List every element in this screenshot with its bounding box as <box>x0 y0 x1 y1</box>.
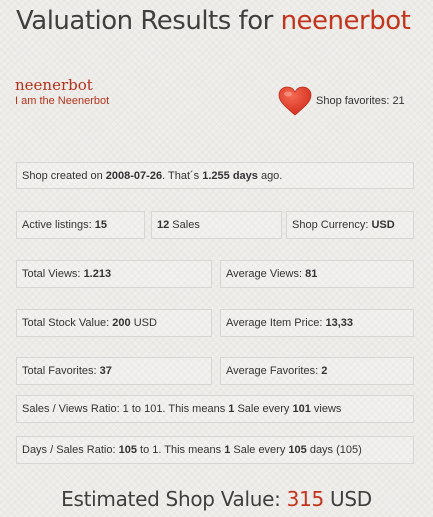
average-views-label: Average Views: <box>226 268 306 280</box>
total-views-box: Total Views: 1.213 <box>16 260 212 288</box>
days-sales-ratio: 105 <box>118 444 137 456</box>
shop-currency-label: Shop Currency: <box>292 219 372 231</box>
created-suffix: ago. <box>257 169 283 182</box>
active-listings-value: 15 <box>94 219 107 231</box>
total-stock-value-value: 200 <box>112 317 131 329</box>
average-favorites-value: 2 <box>321 365 328 377</box>
average-views-box: Average Views: 81 <box>220 260 414 288</box>
total-favorites-label: Total Favorites: <box>22 365 100 377</box>
shop-favorites: Shop favorites: 21 <box>316 95 405 107</box>
average-item-price-label: Average Item Price: <box>226 317 326 329</box>
shop-created-box: Shop created on 2008-07-26. That´s 1.255… <box>16 162 414 189</box>
shop-favorites-count: 21 <box>392 95 405 107</box>
sales-box: 12 Sales <box>151 211 282 239</box>
created-date: 2008-07-26 <box>105 169 163 182</box>
created-prefix: Shop created on <box>22 169 106 182</box>
total-views-label: Total Views: <box>22 268 84 280</box>
sales-label: Sales <box>169 219 200 231</box>
total-stock-value-label: Total Stock Value: <box>22 317 113 329</box>
shop-tagline: I am the Neenerbot <box>15 95 110 107</box>
average-item-price-value: 13,33 <box>325 317 353 329</box>
average-views-value: 81 <box>305 268 318 280</box>
active-listings-box: Active listings: 15 <box>16 211 145 239</box>
estimated-value: 315 <box>286 487 325 511</box>
days-sales-suffix: days (105) <box>306 444 362 456</box>
total-views-value: 1.213 <box>83 268 112 280</box>
total-favorites-value: 37 <box>99 365 112 377</box>
shop-name[interactable]: neenerbot <box>15 76 93 94</box>
total-stock-value-unit: USD <box>130 317 157 329</box>
days-sales-mid1: to 1. This means <box>136 444 225 456</box>
total-stock-value-box: Total Stock Value: 200 USD <box>16 309 212 337</box>
total-favorites-box: Total Favorites: 37 <box>16 357 212 385</box>
sales-views-prefix: Sales / Views Ratio: 1 to 101. This mean… <box>22 403 229 415</box>
estimated-shop-value: Estimated Shop Value: 315 USD <box>0 487 433 511</box>
average-favorites-box: Average Favorites: 2 <box>220 357 414 385</box>
sales-value: 12 <box>157 219 170 231</box>
heart-icon <box>278 86 312 116</box>
sales-views-suffix: views <box>310 403 342 415</box>
shop-currency-value: USD <box>371 219 395 231</box>
days-sales-ratio-box: Days / Sales Ratio: 105 to 1. This means… <box>16 436 414 464</box>
shop-currency-box: Shop Currency: USD <box>286 211 414 239</box>
page-title: Valuation Results for neenerbot <box>16 6 411 36</box>
title-shop-name: neenerbot <box>280 6 411 36</box>
days-sales-mid2: Sale every <box>230 444 289 456</box>
estimated-unit: USD <box>323 487 372 511</box>
days-sales-prefix: Days / Sales Ratio: <box>22 444 119 456</box>
created-days: 1.255 days <box>202 169 258 182</box>
estimated-label: Estimated Shop Value: <box>61 487 287 511</box>
sales-views-ratio-box: Sales / Views Ratio: 1 to 101. This mean… <box>16 395 414 423</box>
active-listings-label: Active listings: <box>22 219 95 231</box>
average-favorites-label: Average Favorites: <box>226 365 322 377</box>
sales-views-num: 101 <box>292 403 311 415</box>
created-mid: . That´s <box>162 169 203 182</box>
sales-views-mid: Sale every <box>234 403 293 415</box>
average-item-price-box: Average Item Price: 13,33 <box>220 309 414 337</box>
shop-favorites-label: Shop favorites: <box>316 95 393 107</box>
title-prefix: Valuation Results for <box>16 6 281 36</box>
days-sales-num: 105 <box>288 444 307 456</box>
